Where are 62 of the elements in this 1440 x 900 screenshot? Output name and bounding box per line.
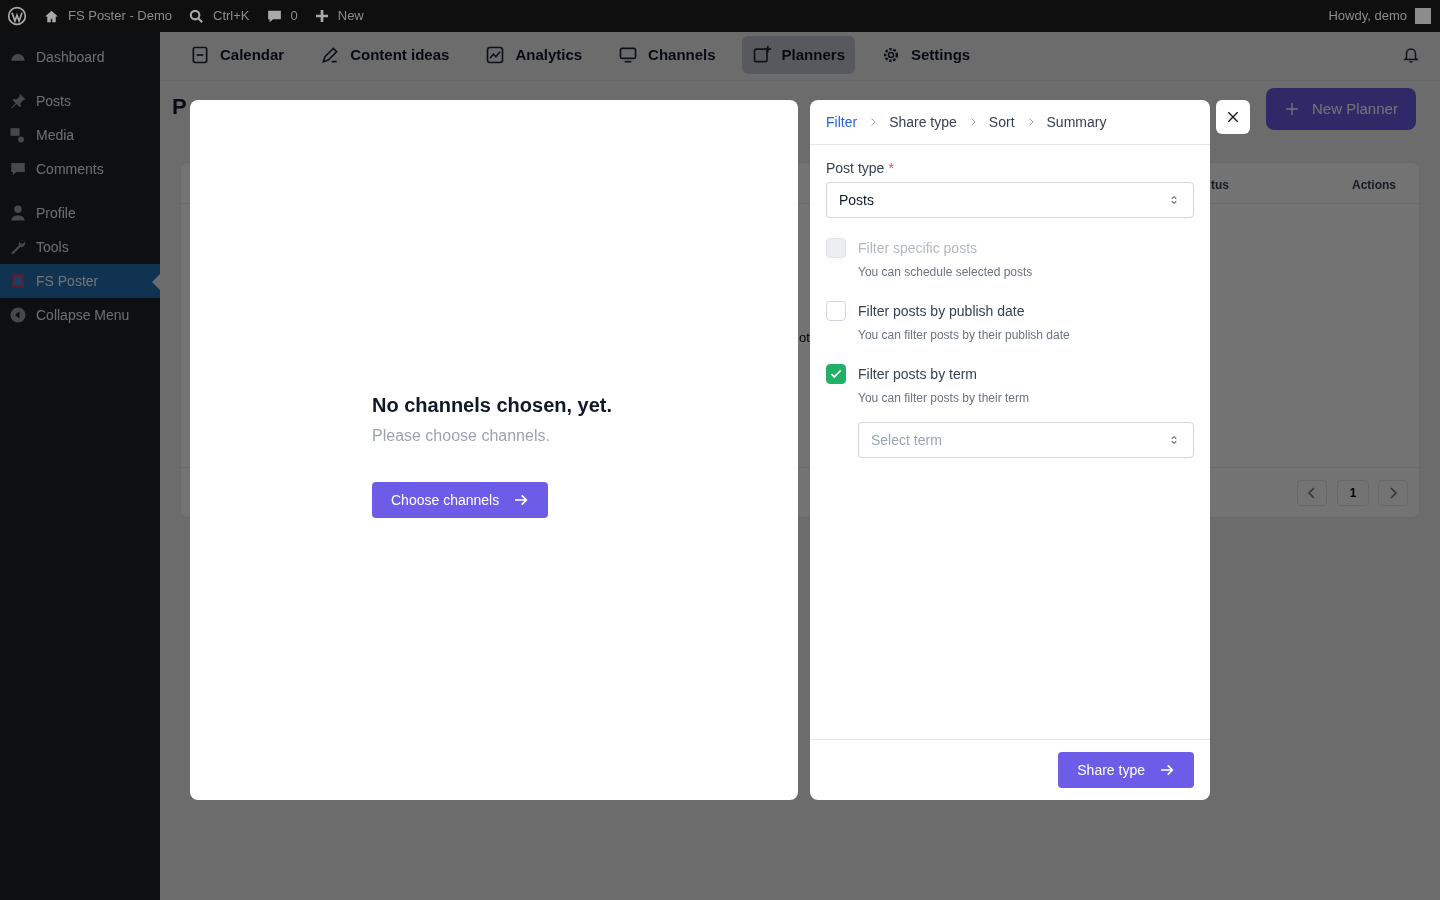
option-hint: You can schedule selected posts — [858, 264, 1034, 281]
page-number[interactable]: 1 — [1337, 480, 1369, 506]
wizard-step[interactable]: Share type — [889, 111, 957, 133]
sidebar-item[interactable]: FS Poster — [0, 264, 160, 298]
pin-icon — [9, 92, 27, 110]
empty-state-title: No channels chosen, yet. — [372, 393, 613, 418]
search-icon[interactable] — [188, 7, 206, 25]
site-name-link[interactable]: FS Poster - Demo — [68, 6, 173, 26]
new-link[interactable]: New — [337, 6, 364, 26]
plus-icon[interactable] — [313, 8, 330, 24]
empty-state-subtitle: Please choose channels. — [372, 426, 550, 446]
sidebar-item[interactable]: Posts — [0, 84, 160, 118]
calendar-icon — [190, 45, 210, 65]
term-select[interactable]: Select term — [858, 422, 1194, 458]
wordpress-logo-icon[interactable] — [7, 6, 27, 26]
check-icon — [829, 367, 843, 381]
field-label: Post type — [826, 159, 885, 178]
user-icon — [9, 204, 27, 222]
arrow-right-icon — [513, 492, 530, 508]
option-label: Filter posts by term — [858, 365, 979, 384]
comment-count[interactable]: 0 — [290, 6, 298, 26]
option-label: Filter specific posts — [858, 239, 979, 258]
next-step-button[interactable]: Share type — [1058, 752, 1194, 788]
new-planner-button[interactable]: New Planner — [1266, 88, 1416, 130]
close-icon — [1225, 109, 1241, 125]
collapse-icon — [9, 306, 27, 324]
wizard-step[interactable]: Filter — [826, 111, 858, 133]
column-header: tus — [1211, 177, 1229, 194]
plugin-logo-icon — [9, 272, 27, 290]
column-header: Actions — [1352, 177, 1396, 194]
current-item-pointer — [152, 274, 160, 290]
checkbox[interactable] — [826, 301, 846, 321]
sidebar-item[interactable]: Collapse Menu — [0, 298, 160, 332]
sidebar-item[interactable]: Media — [0, 118, 160, 152]
arrow-right-icon — [1159, 762, 1175, 778]
page-title: P — [172, 94, 187, 120]
media-icon — [9, 126, 27, 144]
wizard-step[interactable]: Sort — [988, 111, 1015, 133]
sidebar-item[interactable]: Tools — [0, 230, 160, 264]
nav-tab[interactable]: Planners — [741, 36, 855, 74]
table-cell-text: ot — [799, 329, 810, 347]
wizard-step[interactable]: Summary — [1046, 111, 1107, 133]
option-hint: You can filter posts by their term — [858, 390, 1030, 407]
pen-icon — [320, 45, 341, 65]
choose-channels-button[interactable]: Choose channels — [372, 482, 549, 518]
plus-icon — [1284, 101, 1300, 117]
bell-icon[interactable] — [1402, 46, 1420, 64]
sidebar-item[interactable]: Profile — [0, 196, 160, 230]
shortcut-label[interactable]: Ctrl+K — [213, 6, 250, 26]
sidebar-item[interactable]: Comments — [0, 152, 160, 186]
chart-icon — [485, 45, 506, 65]
post-type-select[interactable]: Posts — [826, 182, 1194, 218]
monitor-icon — [618, 45, 639, 65]
close-button[interactable] — [1216, 100, 1250, 134]
sidebar-item[interactable]: Dashboard — [0, 40, 160, 74]
option-hint: You can filter posts by their publish date — [858, 327, 1071, 344]
option-label: Filter posts by publish date — [858, 302, 1026, 321]
greeting-link[interactable]: Howdy, demo — [1328, 6, 1407, 26]
add-box-icon — [751, 45, 772, 65]
checkbox[interactable] — [826, 364, 846, 384]
settings-icon — [881, 45, 901, 65]
required-mark: * — [888, 159, 894, 178]
